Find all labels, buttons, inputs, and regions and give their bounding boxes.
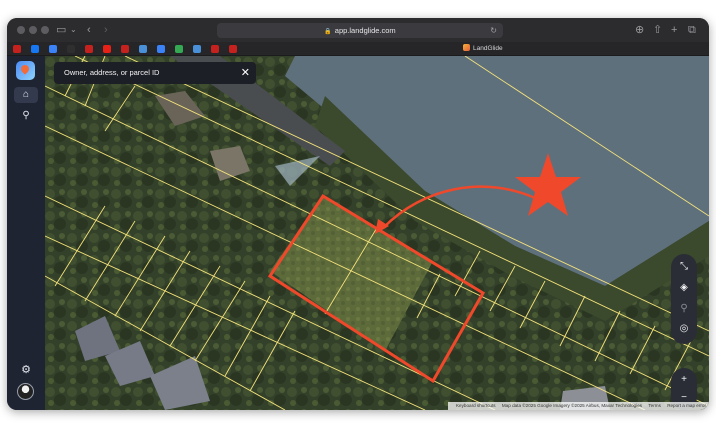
bookmark-youtube-icon[interactable] [103, 45, 111, 53]
bookmark-circle-app-icon[interactable] [49, 45, 57, 53]
sidebar-toggle-icon[interactable]: ▭ [56, 23, 66, 37]
expand-icon[interactable]: ⤡ [671, 258, 697, 276]
tab-overview-icon[interactable]: ⧉ [688, 23, 696, 37]
lock-icon: 🔒 [324, 29, 332, 35]
browser-window: ▭ ⌄ ‹ › 🔒 app.landglide.com ↻ ⊕ ⇧ + ⧉ Lan… [7, 18, 709, 410]
new-tab-icon[interactable]: + [671, 23, 677, 37]
forward-icon[interactable]: › [104, 23, 108, 37]
report-error-link[interactable]: Report a map error [667, 403, 706, 408]
search-placeholder: Owner, address, or parcel ID [64, 68, 160, 77]
satellite-map[interactable] [45, 56, 709, 410]
active-tab[interactable]: LandGlide [463, 44, 503, 54]
map-data-text: Map data ©2025 Google Imagery ©2025 Airb… [501, 403, 643, 408]
map-attribution: Keyboard shortcuts Map data ©2025 Google… [447, 402, 709, 410]
avatar[interactable] [17, 383, 34, 400]
location-pin-icon[interactable]: ⚲ [14, 108, 38, 124]
zoom-in-icon[interactable]: + [671, 371, 697, 389]
chevron-down-icon[interactable]: ⌄ [70, 23, 77, 37]
bookmark-photo-app-icon[interactable] [139, 45, 147, 53]
minimize-window-button[interactable] [29, 26, 37, 34]
landglide-favicon-icon [463, 44, 470, 51]
zoom-window-button[interactable] [41, 26, 49, 34]
address-bar[interactable]: 🔒 app.landglide.com ↻ [217, 23, 503, 38]
layers-icon[interactable]: ◈ [671, 279, 697, 297]
map-view[interactable]: Owner, address, or parcel ID ✕ ⤡ ◈ ⚲ ◎ +… [45, 56, 709, 410]
bookmark-gmail-icon[interactable] [85, 45, 93, 53]
close-icon[interactable]: ✕ [241, 62, 250, 84]
bookmark-gmail-icon[interactable] [229, 45, 237, 53]
search-input[interactable]: Owner, address, or parcel ID ✕ [54, 62, 256, 84]
back-icon[interactable]: ‹ [87, 23, 91, 37]
bookmark-chrome-icon[interactable] [175, 45, 183, 53]
landglide-logo[interactable] [16, 61, 35, 80]
map-tools: ⤡ ◈ ⚲ ◎ [671, 254, 697, 344]
title-bar: ▭ ⌄ ‹ › 🔒 app.landglide.com ↻ ⊕ ⇧ + ⧉ [7, 18, 709, 42]
reload-icon[interactable]: ↻ [490, 23, 497, 38]
bookmark-circle-app-icon[interactable] [157, 45, 165, 53]
download-icon[interactable]: ⊕ [635, 23, 644, 37]
home-icon[interactable]: ⌂ [14, 87, 38, 103]
bookmark-facebook-icon[interactable] [31, 45, 39, 53]
share-icon[interactable]: ⇧ [653, 23, 662, 37]
bookmark-gmail-icon[interactable] [121, 45, 129, 53]
url-text: app.landglide.com [334, 26, 396, 35]
keyboard-shortcuts-link[interactable]: Keyboard shortcuts [456, 403, 496, 408]
favorites-bar: LandGlide [7, 42, 709, 56]
bookmark-gmail-icon[interactable] [211, 45, 219, 53]
terms-link[interactable]: Terms [648, 403, 661, 408]
gear-icon[interactable]: ⚙ [14, 362, 38, 378]
bookmark-photo-app-icon[interactable] [193, 45, 201, 53]
app-sidebar: ⌂ ⚲ ⚙ [7, 56, 45, 410]
location-pin-icon[interactable]: ⚲ [671, 300, 697, 318]
tab-title-text: LandGlide [473, 45, 503, 52]
close-window-button[interactable] [17, 26, 25, 34]
bookmark-terminal-app-icon[interactable] [67, 45, 75, 53]
my-location-icon[interactable]: ◎ [671, 320, 697, 338]
bookmark-gmail-icon[interactable] [13, 45, 21, 53]
